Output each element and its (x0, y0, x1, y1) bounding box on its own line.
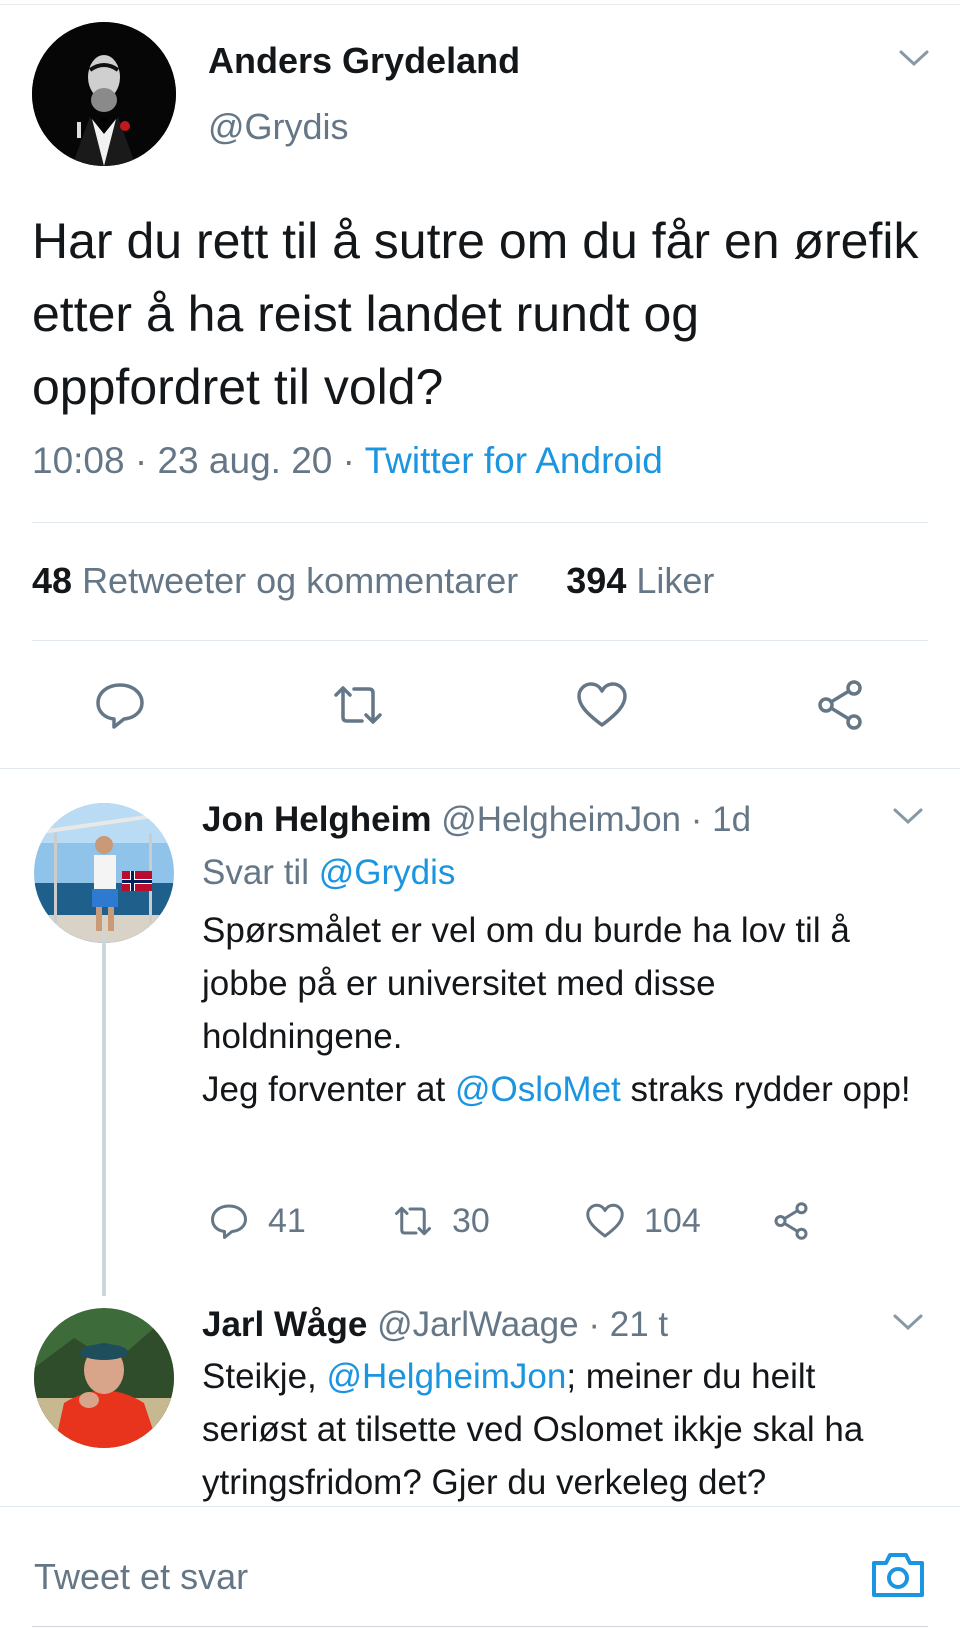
meta-dot: · (690, 800, 713, 839)
comment-icon (211, 1204, 247, 1239)
chevron-down-icon[interactable] (892, 806, 924, 831)
retweets-stat[interactable]: 48 Retweeter og kommentarer (32, 560, 518, 601)
meta-dot: · (342, 440, 365, 481)
reply-author-handle[interactable]: @HelgheimJon (441, 800, 681, 839)
reply-share-button[interactable] (770, 1200, 830, 1242)
reply-avatar[interactable] (34, 803, 174, 943)
reply-text-line: Spørsmålet er vel om du burde ha lov til… (202, 911, 850, 1056)
thread-line (102, 936, 106, 1296)
divider (32, 522, 928, 523)
reply-to: Svar til @Grydis (202, 846, 455, 899)
reply-like-button[interactable]: 104 (584, 1200, 701, 1242)
reply-retweet-button[interactable]: 30 (392, 1200, 490, 1242)
tweet-source[interactable]: Twitter for Android (365, 440, 663, 481)
likes-stat[interactable]: 394 Liker (566, 560, 714, 601)
reply-to-label: Svar til (202, 853, 309, 892)
retweet-count: 30 (452, 1201, 490, 1240)
mention-link[interactable]: @OsloMet (455, 1070, 621, 1109)
retweet-icon (395, 1206, 431, 1236)
tweet-meta: 10:08 · 23 aug. 20 · Twitter for Android (32, 440, 663, 482)
reply-to-handle[interactable]: @Grydis (319, 853, 456, 892)
reply-text-segment: straks rydder opp! (630, 1070, 911, 1109)
composer-underline (32, 1626, 928, 1627)
share-icon[interactable] (812, 677, 868, 733)
retweets-label: Retweeter og kommentarer (82, 560, 519, 601)
mention-link[interactable]: @HelgheimJon (327, 1357, 567, 1396)
author-avatar[interactable] (32, 22, 176, 166)
reply-avatar[interactable] (34, 1308, 174, 1448)
divider (32, 640, 928, 641)
reply-text: Spørsmålet er vel om du burde ha lov til… (202, 904, 922, 1116)
reply-input[interactable]: Tweet et svar (34, 1556, 248, 1598)
chevron-down-icon[interactable] (898, 48, 930, 73)
reply-header: Jarl Wåge @JarlWaage · 21 t (202, 1298, 668, 1351)
reply-header: Jon Helgheim @HelgheimJon · 1d (202, 793, 751, 846)
likes-count: 394 (566, 560, 627, 601)
tweet-date: 23 aug. 20 (157, 440, 333, 481)
reply-author-handle[interactable]: @JarlWaage (377, 1305, 579, 1344)
camera-icon[interactable] (868, 1545, 928, 1605)
meta-dot: · (588, 1305, 610, 1344)
share-icon (774, 1202, 808, 1240)
author-name[interactable]: Anders Grydeland (208, 40, 520, 82)
reply-text-line: Jeg forventer at @OsloMet straks rydder … (202, 1063, 922, 1116)
top-divider (0, 4, 960, 5)
reply-author-name[interactable]: Jarl Wåge (202, 1305, 367, 1344)
tweet-stats: 48 Retweeter og kommentarer 394 Liker (32, 560, 714, 602)
reply-age: 21 t (609, 1305, 669, 1344)
reply-text-segment: Steikje, (202, 1357, 317, 1396)
comment-icon[interactable] (92, 677, 148, 733)
reply-author-name[interactable]: Jon Helgheim (202, 800, 431, 839)
author-handle[interactable]: @Grydis (208, 106, 349, 148)
chevron-down-icon[interactable] (892, 1312, 924, 1337)
reply-text-segment: Jeg forventer at (202, 1070, 446, 1109)
reply-age: 1d (712, 800, 752, 839)
retweet-icon[interactable] (330, 677, 386, 733)
heart-icon (586, 1203, 624, 1238)
tweet-text: Har du rett til å sutre om du får en øre… (32, 213, 919, 415)
reply-text: Steikje, @HelgheimJon; meiner du heilt s… (202, 1350, 922, 1509)
tweet-time: 10:08 (32, 440, 125, 481)
likes-label: Liker (636, 560, 715, 601)
retweets-count: 48 (32, 560, 73, 601)
comment-count: 41 (268, 1201, 306, 1240)
heart-icon[interactable] (574, 677, 630, 733)
reply-comment-button[interactable]: 41 (208, 1200, 306, 1242)
meta-dot: · (134, 440, 158, 481)
like-count: 104 (644, 1201, 701, 1240)
section-divider (0, 768, 960, 769)
